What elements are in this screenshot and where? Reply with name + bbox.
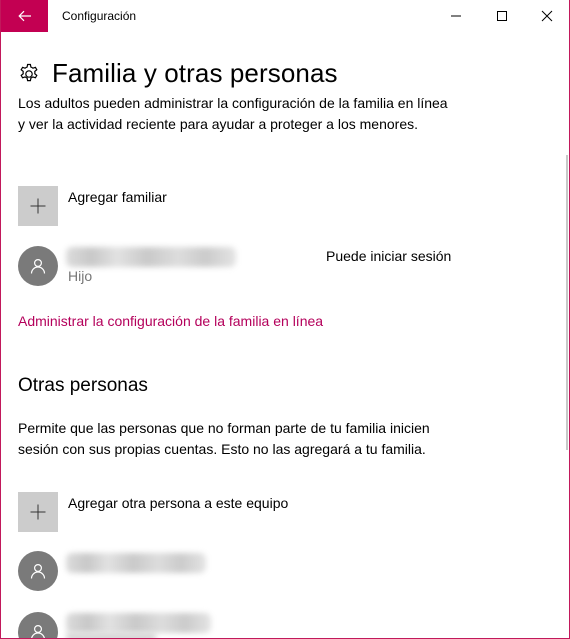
family-member-role: Hijo [68, 268, 93, 284]
maximize-button[interactable] [479, 0, 525, 32]
family-description: Los adultos pueden administrar la config… [18, 95, 448, 132]
add-family-label[interactable]: Agregar familiar [68, 189, 167, 205]
window-title: Configuración [62, 9, 137, 23]
other-person-name-redacted[interactable] [66, 613, 211, 633]
settings-window: Configuración Familia y otras personas L… [0, 0, 570, 639]
add-family-tile[interactable] [18, 186, 58, 226]
arrow-left-icon [17, 10, 31, 22]
other-people-description: Permite que las personas que no forman p… [18, 420, 430, 457]
page-header: Familia y otras personas [18, 58, 338, 89]
other-people-heading: Otras personas [18, 375, 148, 396]
back-button[interactable] [1, 0, 48, 32]
page-title: Familia y otras personas [52, 58, 338, 88]
plus-icon [30, 198, 46, 214]
person-icon [30, 258, 46, 274]
person-icon [31, 624, 45, 638]
maximize-icon [497, 11, 507, 21]
title-bar: Configuración [1, 0, 569, 32]
minimize-icon [451, 15, 461, 17]
manage-family-online-link[interactable]: Administrar la configuración de la famil… [18, 313, 323, 329]
person-icon [30, 563, 46, 579]
other-person-name-redacted[interactable] [66, 553, 206, 573]
close-icon [541, 10, 553, 22]
plus-icon [30, 504, 46, 520]
add-other-person-tile[interactable] [18, 492, 58, 532]
avatar[interactable] [18, 551, 58, 591]
close-button[interactable] [524, 0, 569, 32]
avatar[interactable] [18, 246, 58, 286]
avatar[interactable] [18, 612, 58, 638]
scrollbar[interactable] [566, 155, 568, 450]
add-other-person-button[interactable]: Agregar otra persona a este equipo [18, 492, 288, 532]
gear-icon [20, 63, 38, 81]
other-person-detail-redacted [66, 632, 156, 638]
add-family-button[interactable]: Agregar familiar [18, 186, 167, 226]
add-other-person-label[interactable]: Agregar otra persona a este equipo [68, 495, 288, 511]
family-member-status: Puede iniciar sesión [326, 248, 452, 264]
minimize-button[interactable] [433, 0, 479, 32]
family-member-name-redacted[interactable] [66, 247, 236, 267]
